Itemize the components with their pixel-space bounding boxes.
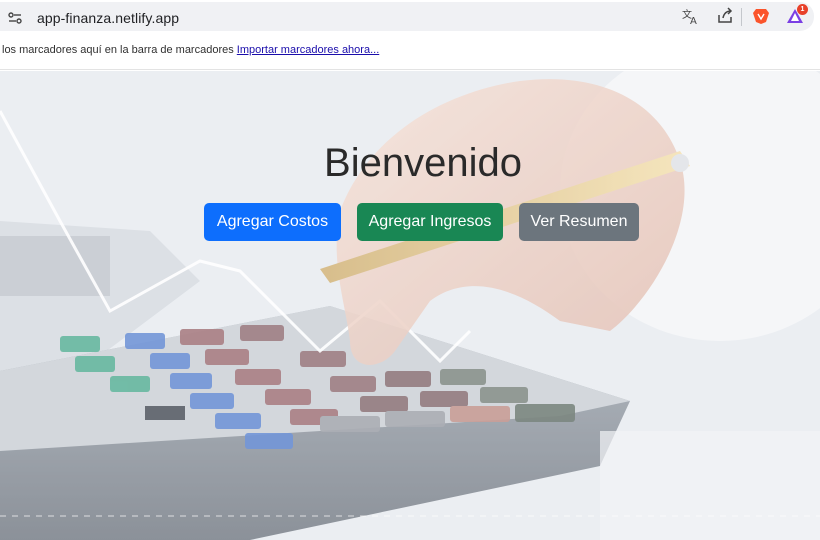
page-title: Bienvenido bbox=[324, 141, 522, 185]
bookmarks-message: los marcadores aquí en la barra de marca… bbox=[2, 44, 379, 56]
browser-toolbar: app-finanza.netlify.app 文 A 1 bbox=[0, 0, 820, 34]
view-summary-button[interactable]: Ver Resumen bbox=[519, 203, 639, 241]
hero-section: Bienvenido Agregar Costos Agregar Ingres… bbox=[0, 71, 820, 540]
import-bookmarks-link[interactable]: Importar marcadores ahora... bbox=[237, 44, 379, 56]
share-icon[interactable] bbox=[716, 7, 734, 25]
brave-lion-icon[interactable] bbox=[752, 7, 770, 25]
bookmarks-message-text: los marcadores aquí en la barra de marca… bbox=[2, 44, 234, 56]
svg-text:A: A bbox=[690, 16, 697, 25]
toolbar-divider bbox=[741, 8, 742, 26]
bookmarks-bar: los marcadores aquí en la barra de marca… bbox=[0, 34, 820, 70]
add-income-button[interactable]: Agregar Ingresos bbox=[357, 203, 503, 241]
translate-icon[interactable]: 文 A bbox=[682, 7, 700, 25]
rewards-badge: 1 bbox=[797, 4, 808, 15]
url-text[interactable]: app-finanza.netlify.app bbox=[37, 10, 179, 26]
add-costs-button[interactable]: Agregar Costos bbox=[204, 203, 341, 241]
site-info-icon[interactable] bbox=[8, 11, 22, 25]
